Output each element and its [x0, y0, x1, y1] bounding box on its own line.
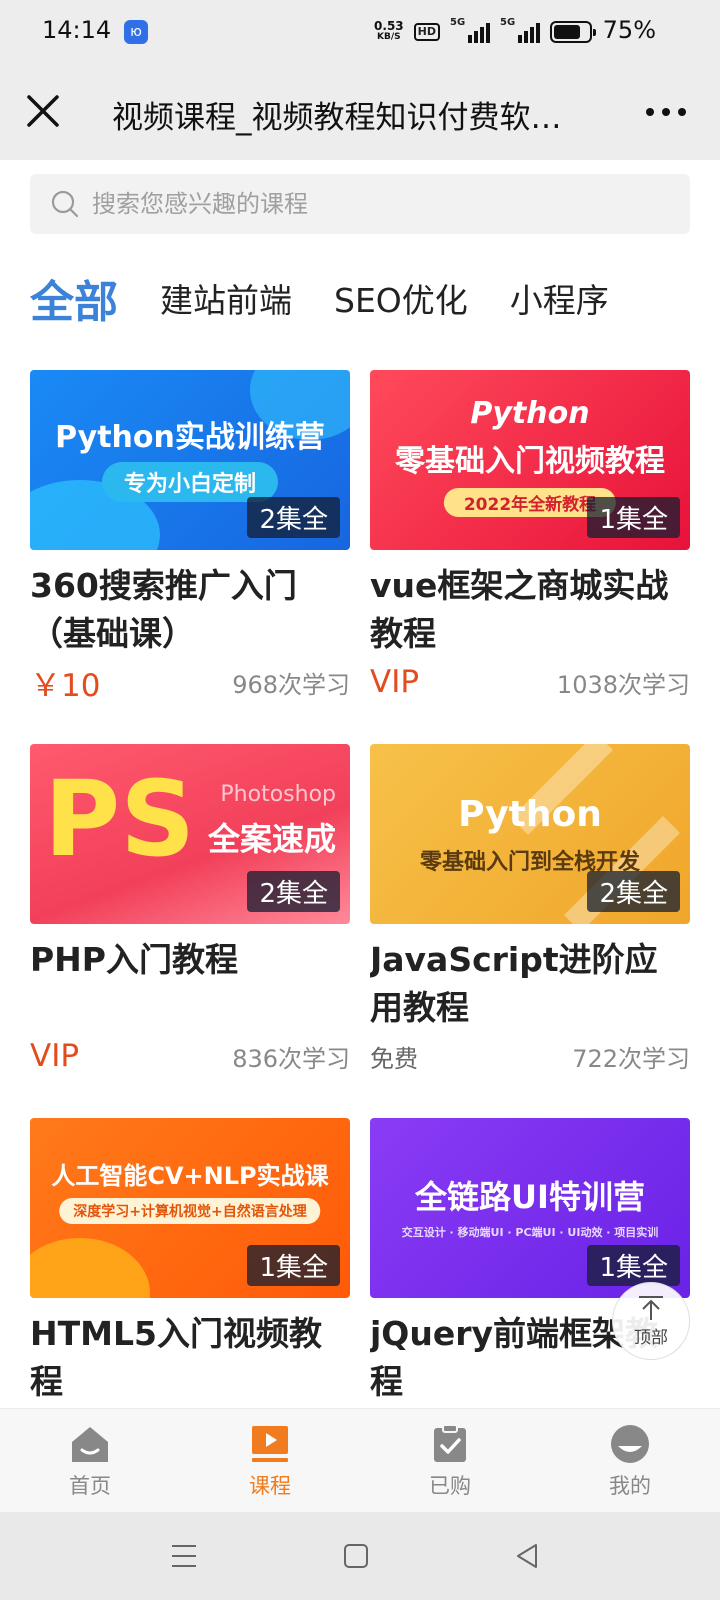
course-title[interactable]: vue框架之商城实战教程 — [370, 562, 690, 658]
episode-badge: 2集全 — [247, 871, 340, 912]
course-card[interactable]: Python 零基础入门到全栈开发 2集全 JavaScript进阶应用教程 免… — [370, 744, 690, 1076]
battery-level — [554, 25, 580, 39]
episode-badge: 1集全 — [587, 1245, 680, 1286]
nav-label: 我的 — [609, 1473, 651, 1498]
search-box[interactable] — [30, 174, 690, 234]
tab-mini-program[interactable]: 小程序 — [510, 274, 609, 322]
home-icon — [72, 1426, 108, 1462]
course-icon — [252, 1425, 288, 1462]
course-card[interactable]: Python实战训练营 专为小白定制 2集全 360搜索推广入门（基础课） ￥1… — [30, 370, 350, 704]
title-bar: 视频课程_视频教程知识付费软… — [0, 64, 720, 160]
category-tabs: 全部 建站前端 SEO优化 小程序 — [30, 266, 651, 330]
episode-badge: 2集全 — [247, 497, 340, 538]
search-icon — [51, 190, 79, 218]
signal-label: 5G — [450, 17, 466, 28]
status-bar: 14:14 ю 0.53 KB/S HD 5G 5G 75% — [0, 0, 720, 64]
more-dot-icon — [662, 108, 670, 116]
thumbnail-subtitle: 深度学习+计算机视觉+自然语言处理 — [59, 1198, 321, 1224]
learner-count: 968次学习 — [232, 670, 350, 699]
episode-badge: 2集全 — [587, 871, 680, 912]
back-to-top-label: 顶部 — [634, 1327, 668, 1348]
nav-purchased[interactable]: 已购 — [360, 1409, 540, 1512]
course-title[interactable]: 360搜索推广入门（基础课） — [30, 562, 350, 658]
profile-icon — [611, 1424, 649, 1463]
thumbnail-subtitle: 交互设计 · 移动端UI · PC端UI · UI动效 · 项目实训 — [401, 1226, 659, 1239]
home-square-icon[interactable] — [338, 1538, 374, 1574]
course-price: 免费 — [370, 1044, 418, 1073]
more-options-button[interactable] — [646, 94, 686, 130]
course-thumbnail[interactable]: PS Photoshop 全案速成 2集全 — [30, 744, 350, 924]
back-triangle-icon[interactable] — [510, 1538, 546, 1574]
more-dot-icon — [678, 108, 686, 116]
more-dot-icon — [646, 108, 654, 116]
close-icon[interactable] — [22, 90, 64, 132]
purchased-icon — [434, 1423, 466, 1462]
back-to-top-button[interactable]: 顶部 — [612, 1282, 690, 1360]
arrow-up-icon — [639, 1295, 663, 1320]
course-title[interactable]: JavaScript进阶应用教程 — [370, 936, 690, 1032]
tab-all[interactable]: 全部 — [30, 266, 118, 330]
battery-percent: 75% — [602, 16, 656, 44]
nav-home[interactable]: 首页 — [0, 1409, 180, 1512]
thumbnail-title: Python — [470, 396, 590, 431]
system-navigation-bar — [0, 1512, 720, 1600]
network-speed: 0.53 KB/S — [374, 19, 404, 43]
learner-count: 836次学习 — [232, 1044, 350, 1073]
page-title: 视频课程_视频教程知识付费软… — [112, 100, 562, 136]
course-title[interactable]: PHP入门教程 — [30, 936, 350, 1032]
course-card[interactable]: Python 零基础入门视频教程 2022年全新教程 1集全 vue框架之商城实… — [370, 370, 690, 702]
signal-icon-2: 5G — [500, 17, 540, 43]
course-price: ￥10 — [30, 667, 101, 704]
search-input[interactable] — [92, 190, 652, 218]
learner-count: 1038次学习 — [556, 670, 690, 699]
thumbnail-subtitle: 全案速成 — [207, 820, 336, 858]
status-indicators: 0.53 KB/S HD 5G 5G — [374, 17, 596, 47]
course-thumbnail[interactable]: Python 零基础入门到全栈开发 2集全 — [370, 744, 690, 924]
nav-profile[interactable]: 我的 — [540, 1409, 720, 1512]
thumbnail-title-line2: 零基础入门视频教程 — [395, 444, 665, 479]
nav-label: 课程 — [249, 1473, 291, 1498]
course-card[interactable]: PS Photoshop 全案速成 2集全 PHP入门教程 VIP 836次学习 — [30, 744, 350, 1076]
signal-icon: 5G — [450, 17, 490, 43]
nav-courses[interactable]: 课程 — [180, 1409, 360, 1512]
status-time: 14:14 — [42, 16, 112, 44]
episode-badge: 1集全 — [587, 497, 680, 538]
thumbnail-subtitle: 专为小白定制 — [101, 462, 279, 502]
network-speed-value: 0.53 — [374, 19, 404, 33]
tab-seo[interactable]: SEO优化 — [334, 274, 468, 322]
course-price: VIP — [30, 1038, 80, 1074]
course-card[interactable]: 人工智能CV+NLP实战课 深度学习+计算机视觉+自然语言处理 1集全 HTML… — [30, 1118, 350, 1406]
bottom-nav: 首页 课程 已购 我的 — [0, 1408, 720, 1512]
course-thumbnail[interactable]: Python实战训练营 专为小白定制 2集全 — [30, 370, 350, 550]
course-card[interactable]: 全链路UI特训营 交互设计 · 移动端UI · PC端UI · UI动效 · 项… — [370, 1118, 690, 1406]
signal-label-2: 5G — [500, 17, 516, 28]
thumbnail-title-line2: Photoshop — [220, 782, 336, 807]
course-meta: ￥10 968次学习 — [30, 662, 350, 704]
thumbnail-title: PS — [44, 758, 196, 880]
thumbnail-title: Python — [458, 794, 602, 835]
course-title[interactable]: HTML5入门视频教程 — [30, 1310, 350, 1406]
battery-icon — [550, 21, 596, 43]
network-speed-unit: KB/S — [377, 32, 401, 42]
course-meta: 免费 722次学习 — [370, 1036, 690, 1076]
menu-icon[interactable] — [166, 1538, 202, 1574]
course-thumbnail[interactable]: Python 零基础入门视频教程 2022年全新教程 1集全 — [370, 370, 690, 550]
learner-count: 722次学习 — [572, 1044, 690, 1073]
thumbnail-title: 全链路UI特训营 — [415, 1178, 645, 1216]
nav-label: 首页 — [69, 1473, 111, 1498]
course-price: VIP — [370, 664, 420, 700]
hd-icon: HD — [413, 23, 440, 41]
nav-label: 已购 — [429, 1473, 471, 1498]
thumbnail-title: Python实战训练营 — [55, 420, 325, 455]
course-thumbnail[interactable]: 人工智能CV+NLP实战课 深度学习+计算机视觉+自然语言处理 1集全 — [30, 1118, 350, 1298]
episode-badge: 1集全 — [247, 1245, 340, 1286]
course-meta: VIP 836次学习 — [30, 1036, 350, 1076]
thumbnail-title: 人工智能CV+NLP实战课 — [51, 1162, 329, 1190]
course-meta: VIP 1038次学习 — [370, 662, 690, 702]
app-notification-icon: ю — [124, 20, 148, 44]
course-thumbnail[interactable]: 全链路UI特训营 交互设计 · 移动端UI · PC端UI · UI动效 · 项… — [370, 1118, 690, 1298]
tab-web-frontend[interactable]: 建站前端 — [160, 274, 292, 322]
